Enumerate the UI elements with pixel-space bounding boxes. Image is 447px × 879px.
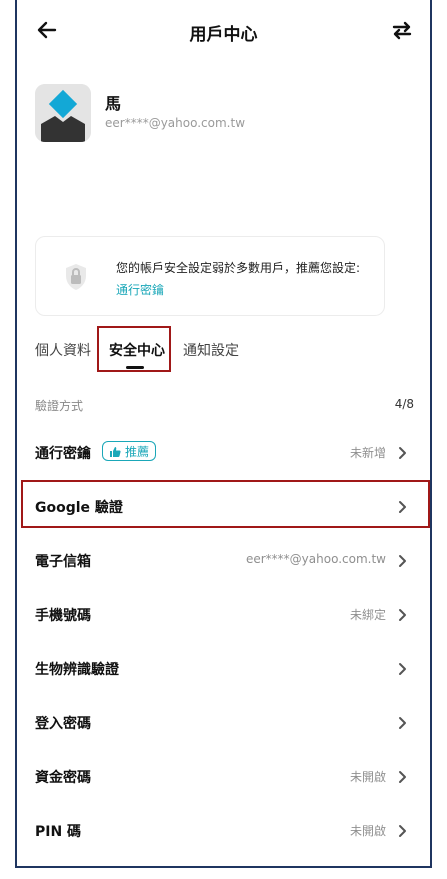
section-count: 4/8 <box>394 397 414 411</box>
notice-message: 您的帳戶安全設定弱於多數用戶，推薦您設定: <box>116 261 361 275</box>
row-email[interactable]: 電子信箱 eer****@yahoo.com.tw <box>17 534 430 588</box>
chevron-right-icon <box>399 447 406 459</box>
passkey-link[interactable]: 通行密鑰 <box>116 281 164 298</box>
chevron-right-icon <box>399 555 406 567</box>
row-label: 電子信箱 <box>35 554 91 570</box>
security-notice: 您的帳戶安全設定弱於多數用戶，推薦您設定: 通行密鑰 <box>35 236 385 316</box>
row-label: 登入密碼 <box>35 716 91 732</box>
tab-profile[interactable]: 個人資料 <box>35 340 91 360</box>
row-fund-password[interactable]: 資金密碼 未開啟 <box>17 750 430 804</box>
row-highlight-box <box>21 480 430 528</box>
row-passkey[interactable]: 通行密鑰 推薦 未新增 <box>17 426 430 480</box>
tab-highlight-box <box>97 326 171 372</box>
row-phone[interactable]: 手機號碼 未綁定 <box>17 588 430 642</box>
app-frame: 用戶中心 馬 eer****@yahoo.com.tw 您的帳戶安全設定弱於多數… <box>15 0 432 868</box>
header: 用戶中心 <box>17 8 430 52</box>
row-label: 手機號碼 <box>35 608 91 624</box>
row-pin[interactable]: PIN 碼 未開啟 <box>17 804 430 858</box>
row-label: 資金密碼 <box>35 770 91 786</box>
user-name: 馬 <box>105 94 122 113</box>
row-status: eer****@yahoo.com.tw <box>245 552 386 566</box>
row-label: PIN 碼 <box>35 824 82 840</box>
page-title: 用戶中心 <box>189 25 258 45</box>
row-label: 生物辨識驗證 <box>35 662 119 678</box>
chevron-right-icon <box>399 825 406 837</box>
avatar[interactable] <box>35 84 91 142</box>
row-status: 未新增 <box>349 446 386 460</box>
shield-lock-icon <box>66 264 86 290</box>
section-label: 驗證方式 <box>35 399 84 413</box>
recommend-badge: 推薦 <box>102 441 157 461</box>
swap-icon[interactable] <box>390 18 414 42</box>
row-label: 通行密鑰 <box>35 446 91 462</box>
chevron-right-icon <box>399 663 406 675</box>
thumbs-up-icon <box>110 447 121 457</box>
row-login-password[interactable]: 登入密碼 <box>17 696 430 750</box>
row-biometric[interactable]: 生物辨識驗證 <box>17 642 430 696</box>
chevron-right-icon <box>399 717 406 729</box>
badge-label: 推薦 <box>125 445 150 459</box>
tab-notifications[interactable]: 通知設定 <box>183 340 239 360</box>
row-status: 未開啟 <box>349 824 386 838</box>
chevron-right-icon <box>399 609 406 621</box>
chevron-right-icon <box>399 771 406 783</box>
row-status: 未開啟 <box>349 770 386 784</box>
row-status: 未綁定 <box>349 608 386 622</box>
user-email: eer****@yahoo.com.tw <box>105 116 246 130</box>
